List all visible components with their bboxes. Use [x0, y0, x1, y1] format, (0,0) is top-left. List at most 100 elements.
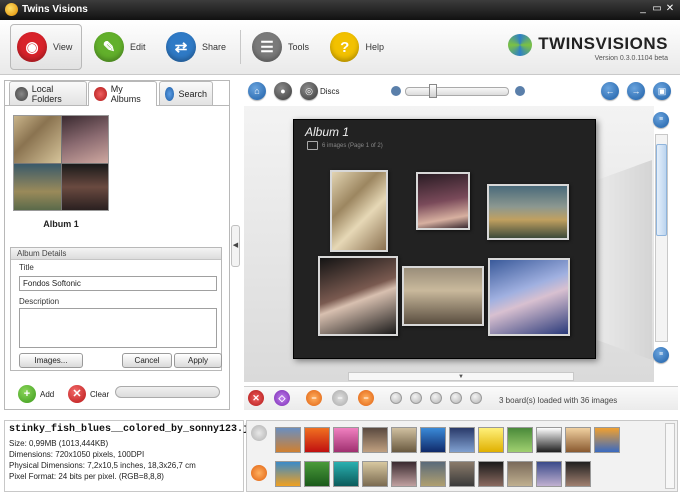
thumbnail-image[interactable] [536, 427, 562, 453]
zoom-in-icon[interactable] [515, 86, 525, 96]
tab-my-albums[interactable]: My Albums [88, 81, 157, 106]
description-label: Description [19, 297, 60, 306]
nav-end-icon[interactable] [470, 392, 482, 404]
thumbnail-image[interactable] [478, 427, 504, 453]
clear-icon[interactable]: ✕ [68, 385, 86, 403]
thumbnail-image[interactable] [478, 461, 504, 487]
strip-control-icon[interactable] [251, 425, 267, 441]
fullscreen-icon[interactable]: ▣ [653, 82, 671, 100]
camera-icon[interactable]: ● [274, 82, 292, 100]
edit-label: Edit [130, 42, 146, 52]
minus-icon[interactable]: − [306, 390, 322, 406]
scroll-top-icon[interactable]: ≡ [653, 112, 669, 128]
nav-last-icon[interactable] [450, 392, 462, 404]
description-field[interactable] [19, 308, 217, 348]
photo-fantasy-girl[interactable] [488, 258, 570, 336]
zoom-slider[interactable] [391, 83, 526, 99]
photo-comic-collage[interactable] [330, 170, 388, 252]
photo-woman-portrait[interactable] [318, 256, 398, 336]
minimize-button[interactable]: _ [637, 3, 649, 15]
thumbnail-image[interactable] [304, 427, 330, 453]
thumbnail-image[interactable] [362, 461, 388, 487]
select-icon[interactable]: ◇ [274, 390, 290, 406]
discs-label[interactable]: Discs [320, 87, 340, 96]
photo-city-street[interactable] [487, 184, 569, 240]
image-physical-dimensions: Physical Dimensions: 7,2x10,5 inches, 18… [9, 461, 196, 470]
strip-scrollbar[interactable] [665, 423, 675, 489]
view-icon: ◉ [17, 32, 47, 62]
app-icon [5, 3, 18, 16]
thumbnail-image[interactable] [565, 461, 591, 487]
nav-next-icon[interactable] [430, 392, 442, 404]
thumbnail-image[interactable] [565, 427, 591, 453]
folder-icon [15, 86, 28, 101]
panel-splitter[interactable]: ◀ [231, 225, 240, 267]
cancel-button[interactable]: Cancel [122, 353, 172, 368]
close-button[interactable]: ✕ [664, 3, 676, 15]
clear-label[interactable]: Clear [90, 390, 109, 399]
delete-icon[interactable]: ✕ [248, 390, 264, 406]
tab-local-folders[interactable]: Local Folders [9, 81, 87, 105]
thumbnail-image[interactable] [449, 427, 475, 453]
image-size: Size: 0,99MB (1013,444KB) [9, 439, 109, 448]
add-label[interactable]: Add [40, 390, 54, 399]
share-button[interactable]: ⇄ Share [160, 24, 232, 70]
zoom-out-icon[interactable] [391, 86, 401, 96]
home-icon[interactable]: ⌂ [248, 82, 266, 100]
album-thumb-image [61, 163, 108, 210]
view-label: View [53, 42, 73, 52]
thumbnail-image[interactable] [362, 427, 388, 453]
image-filename: stinky_fish_blues__colored_by_sonny123.j… [9, 424, 268, 435]
logo-swirl-icon [508, 34, 533, 56]
help-label: Help [365, 42, 384, 52]
thumbnail-image[interactable] [391, 427, 417, 453]
thumbnail-size-slider[interactable] [115, 386, 220, 398]
photo-ferris-wheel[interactable] [416, 172, 470, 230]
next-page-preview[interactable] [597, 160, 652, 360]
nav-prev-icon[interactable] [410, 392, 422, 404]
board-vertical-scrollbar[interactable]: ≡ ≡ [653, 112, 669, 363]
search-icon [165, 86, 175, 101]
thumbnail-image[interactable] [420, 461, 446, 487]
thumbnail-image[interactable] [449, 461, 475, 487]
thumbnail-image[interactable] [594, 427, 620, 453]
title-bar: Twins Visions _ ▭ ✕ [0, 0, 680, 20]
minus-alt-icon[interactable]: − [358, 390, 374, 406]
scroll-thumb[interactable] [656, 144, 667, 236]
board-horizontal-scrollbar[interactable]: ▼ [348, 372, 574, 381]
thumbnail-image[interactable] [275, 461, 301, 487]
main-toolbar: ◉ View ✎ Edit ⇄ Share ☰ Tools ? Help TWI… [0, 20, 680, 75]
discs-icon[interactable]: ◎ [300, 82, 318, 100]
thumbnail-image[interactable] [333, 461, 359, 487]
help-button[interactable]: ? Help [324, 24, 390, 70]
forward-arrow-icon[interactable]: → [627, 82, 645, 100]
photo-interior-room[interactable] [402, 266, 484, 326]
thumbnail-image[interactable] [420, 427, 446, 453]
tab-search[interactable]: Search [159, 81, 213, 105]
title-field[interactable]: Fondos Softonic [19, 276, 217, 291]
tools-button[interactable]: ☰ Tools [246, 24, 318, 70]
back-arrow-icon[interactable]: ← [601, 82, 619, 100]
thumbnail-image[interactable] [507, 461, 533, 487]
scroll-bottom-icon[interactable]: ≡ [653, 347, 669, 363]
images-button[interactable]: Images... [19, 353, 83, 368]
album-thumb-image [14, 116, 61, 163]
nav-first-icon[interactable] [390, 392, 402, 404]
zoom-track[interactable] [405, 87, 509, 96]
add-icon[interactable]: + [18, 385, 36, 403]
thumbnail-image[interactable] [536, 461, 562, 487]
tools-label: Tools [288, 42, 310, 52]
apply-button[interactable]: Apply [174, 353, 222, 368]
view-button[interactable]: ◉ View [10, 24, 82, 70]
thumbnail-image[interactable] [507, 427, 533, 453]
thumbnail-image[interactable] [333, 427, 359, 453]
edit-button[interactable]: ✎ Edit [88, 24, 158, 70]
strip-remove-icon[interactable] [251, 465, 267, 481]
album-thumbnail[interactable] [13, 115, 109, 211]
thumbnail-image[interactable] [304, 461, 330, 487]
maximize-button[interactable]: ▭ [651, 3, 663, 15]
zoom-thumb[interactable] [429, 84, 437, 98]
thumbnail-image[interactable] [391, 461, 417, 487]
thumbnail-image[interactable] [275, 427, 301, 453]
minus-disabled-icon[interactable]: − [332, 390, 348, 406]
